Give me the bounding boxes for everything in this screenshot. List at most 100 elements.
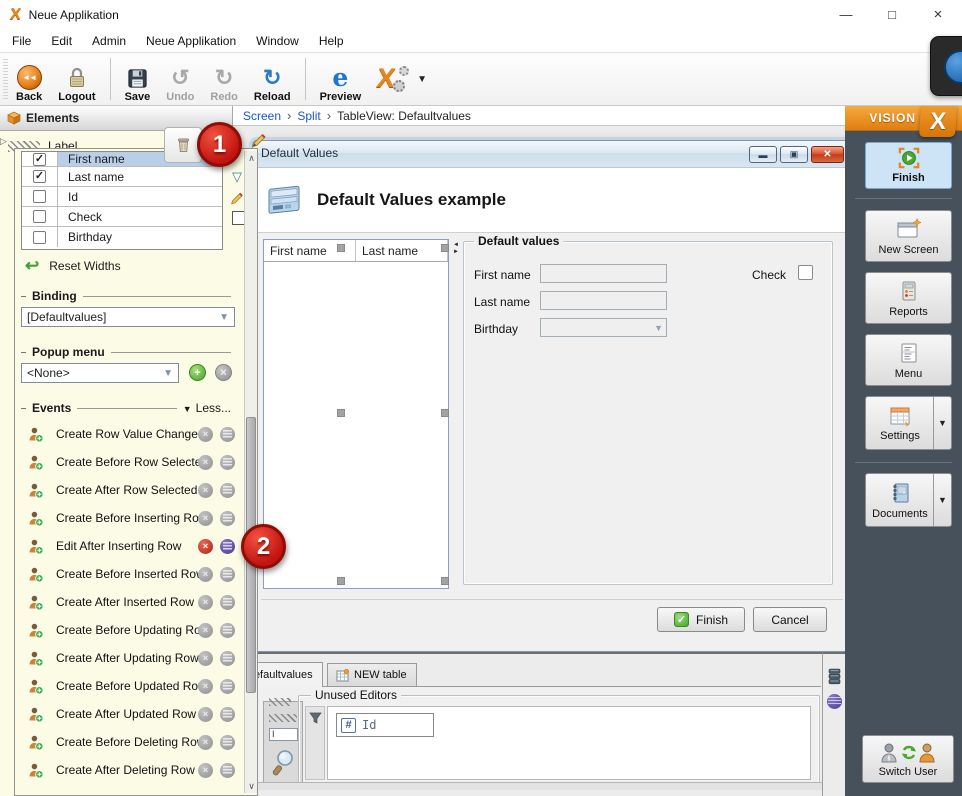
event-menu-button[interactable] — [220, 594, 235, 610]
event-menu-button[interactable] — [220, 426, 235, 442]
save-button[interactable]: Save — [118, 55, 158, 103]
remove-event-button[interactable]: × — [198, 454, 213, 470]
switch-user-button[interactable]: Switch User — [862, 735, 954, 783]
visionx-menu-button[interactable]: X ▼ — [370, 55, 434, 103]
edit-pencil-icon[interactable] — [250, 132, 267, 149]
event-row-edit-after-inserting[interactable]: Edit After Inserting Row × — [15, 535, 247, 557]
remove-event-button[interactable]: × — [198, 762, 213, 778]
window-maximize-button[interactable]: □ — [872, 0, 912, 30]
logout-button[interactable]: Logout — [51, 55, 102, 103]
column-row-birthday[interactable]: Birthday — [22, 227, 222, 247]
event-menu-button[interactable] — [220, 538, 235, 554]
panel-collapse-arrow-icon[interactable]: ▷ — [0, 136, 7, 147]
dv-maximize-button[interactable]: ▣ — [780, 146, 808, 163]
documents-dropdown-arrow[interactable]: ▼ — [933, 474, 951, 526]
remove-event-button[interactable]: × — [198, 482, 213, 498]
event-row[interactable]: Create Before Deleting Row × — [15, 731, 247, 753]
remove-event-button[interactable]: × — [198, 650, 213, 666]
redo-button[interactable]: ↻ Redo — [203, 55, 245, 104]
label-component-icon[interactable] — [269, 714, 297, 722]
event-row[interactable]: Create Row Value Changed × — [15, 423, 247, 445]
funnel-icon[interactable] — [308, 712, 322, 725]
event-menu-button[interactable] — [220, 734, 235, 750]
remove-event-button[interactable]: × — [198, 678, 213, 694]
sidebar-finish-button[interactable]: Finish — [865, 142, 952, 189]
edit-pencil-icon[interactable] — [229, 191, 244, 206]
column-row-last-name[interactable]: ✓ Last name — [22, 167, 222, 187]
back-button[interactable]: ◄◄ Back — [9, 55, 49, 103]
event-menu-button[interactable] — [220, 482, 235, 498]
undo-button[interactable]: ↺ Undo — [159, 55, 201, 104]
event-row[interactable]: Create Before Row Selected × — [15, 451, 247, 473]
tab-new-table[interactable]: NEW table — [327, 663, 417, 687]
add-listener-icon[interactable] — [27, 762, 44, 779]
label-component-icon[interactable] — [269, 698, 291, 706]
add-listener-icon[interactable] — [27, 622, 44, 639]
event-row[interactable]: Create Before Updated Row × — [15, 675, 247, 697]
remove-event-button[interactable]: × — [198, 538, 213, 554]
birthday-combobox[interactable]: ▼ — [540, 318, 667, 337]
remove-event-button[interactable]: × — [198, 426, 213, 442]
checkbox-checked-icon[interactable]: ✓ — [33, 170, 46, 183]
event-row[interactable]: Create Before Inserting Row × — [15, 507, 247, 529]
event-menu-button[interactable] — [220, 762, 235, 778]
add-listener-icon[interactable] — [27, 538, 44, 555]
add-listener-icon[interactable] — [27, 510, 44, 527]
remove-event-button[interactable]: × — [198, 566, 213, 582]
event-menu-button[interactable] — [220, 706, 235, 722]
column-row-id[interactable]: Id — [22, 187, 222, 207]
reset-widths-button[interactable]: ↩ Reset Widths — [25, 257, 121, 274]
editor-chip-id[interactable]: # Id — [336, 713, 434, 737]
event-row[interactable]: Create After Row Selected × — [15, 479, 247, 501]
event-row[interactable]: Create After Updating Row × — [15, 647, 247, 669]
checkbox-icon[interactable] — [33, 230, 46, 244]
magnifier-icon[interactable] — [271, 748, 297, 776]
selection-handle[interactable] — [441, 577, 449, 585]
data-table[interactable]: First name Last name — [263, 239, 449, 589]
event-row[interactable]: Create After Deleting Row × — [15, 759, 247, 781]
checkbox-icon[interactable] — [33, 210, 46, 223]
binding-select[interactable]: [Defaultvalues] ▼ — [21, 307, 235, 327]
textfield-component-icon[interactable]: I — [269, 728, 298, 741]
database-icon[interactable] — [827, 668, 842, 685]
menu-file[interactable]: File — [2, 34, 41, 48]
breadcrumb-split[interactable]: Split — [297, 109, 320, 123]
sidebar-new-screen-button[interactable]: New Screen — [865, 210, 952, 262]
menu-neue-applikation[interactable]: Neue Applikation — [136, 34, 246, 48]
events-less-toggle[interactable]: ▼ Less... — [183, 401, 231, 415]
menu-admin[interactable]: Admin — [82, 34, 136, 48]
checkbox-checked-icon[interactable]: ✓ — [33, 152, 46, 166]
event-menu-button[interactable] — [220, 678, 235, 694]
sidebar-settings-button[interactable]: Settings ▼ — [865, 396, 952, 450]
preview-button[interactable]: e Preview — [313, 55, 369, 103]
events-scrollbar[interactable]: ∧ ∨ — [244, 151, 257, 793]
selection-handle[interactable] — [441, 244, 449, 252]
selection-handle[interactable] — [337, 244, 345, 252]
finish-button[interactable]: ✓ Finish — [657, 607, 745, 632]
last-name-input[interactable] — [540, 291, 667, 310]
sidebar-menu-button[interactable]: Menu — [865, 334, 952, 386]
splitter-handle[interactable]: ◄ ► — [452, 242, 460, 264]
table-column-last-name[interactable]: Last name — [356, 240, 448, 261]
add-listener-icon[interactable] — [27, 594, 44, 611]
sidebar-documents-button[interactable]: Documents ▼ — [865, 473, 952, 527]
settings-dropdown-arrow[interactable]: ▼ — [933, 397, 951, 449]
check-checkbox[interactable] — [798, 265, 813, 280]
window-close-button[interactable]: × — [918, 0, 958, 30]
selection-handle[interactable] — [337, 577, 345, 585]
add-listener-icon[interactable] — [27, 566, 44, 583]
sidebar-reports-button[interactable]: Reports — [865, 272, 952, 324]
add-listener-icon[interactable] — [27, 706, 44, 723]
event-menu-button[interactable] — [220, 622, 235, 638]
add-listener-icon[interactable] — [27, 426, 44, 443]
action-sphere-icon[interactable] — [827, 694, 842, 709]
event-menu-button[interactable] — [220, 510, 235, 526]
remove-event-button[interactable]: × — [198, 734, 213, 750]
add-popup-menu-button[interactable]: + — [189, 364, 206, 381]
checkbox-icon[interactable] — [33, 190, 46, 203]
menu-edit[interactable]: Edit — [41, 34, 82, 48]
window-minimize-button[interactable]: — — [826, 0, 866, 30]
remove-popup-menu-button[interactable]: × — [215, 364, 232, 381]
remove-event-button[interactable]: × — [198, 706, 213, 722]
add-listener-icon[interactable] — [27, 678, 44, 695]
